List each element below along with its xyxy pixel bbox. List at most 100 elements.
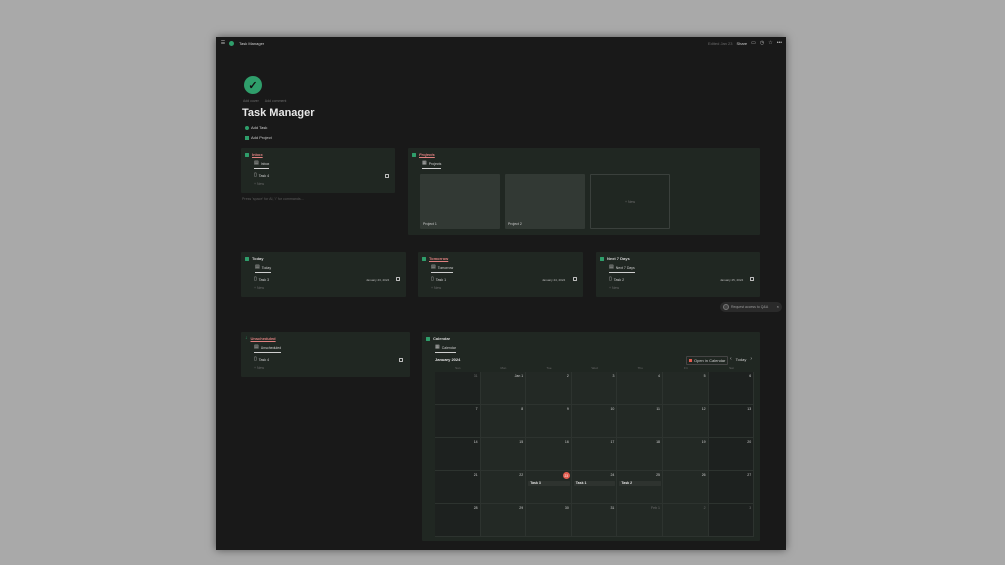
- calendar-day-cell[interactable]: 14: [435, 438, 481, 471]
- breadcrumb[interactable]: Task Manager: [229, 40, 265, 46]
- calendar-header[interactable]: Calendar: [426, 336, 450, 341]
- add-project-label: Add Project: [251, 135, 272, 140]
- star-icon[interactable]: ☆: [768, 40, 772, 46]
- tab-tomorrow[interactable]: ▤ Tomorrow: [431, 265, 454, 273]
- calendar-day-cell[interactable]: 29: [480, 504, 527, 537]
- project-card[interactable]: Project 2: [505, 174, 585, 229]
- calendar-month: January 2024: [435, 357, 461, 362]
- tab-calendar[interactable]: ▦ Calendar: [435, 345, 456, 353]
- list-item[interactable]: ▯ Task 4: [254, 357, 269, 362]
- calendar-day-cell[interactable]: 31: [435, 372, 481, 405]
- calendar-day-cell[interactable]: 2: [526, 372, 572, 405]
- done-checkbox[interactable]: [385, 174, 389, 178]
- qa-access-button[interactable]: Request access to Q&A ×: [720, 302, 782, 312]
- next7-icon: [600, 256, 604, 261]
- calendar-day-cell[interactable]: 23: [526, 471, 572, 504]
- done-checkbox[interactable]: [396, 277, 400, 281]
- next-month-icon[interactable]: ›: [750, 357, 752, 362]
- calendar-day-cell[interactable]: 31: [571, 504, 618, 537]
- tab-inbox[interactable]: ▤ Inbox: [254, 161, 270, 169]
- new-row-button[interactable]: + New: [254, 286, 264, 290]
- done-checkbox[interactable]: [573, 277, 577, 281]
- new-row-button[interactable]: + New: [431, 286, 441, 290]
- add-comment-button[interactable]: Add comment: [265, 99, 287, 103]
- calendar-day-cell[interactable]: 9: [526, 405, 572, 438]
- tab-projects[interactable]: ▦ Projects: [422, 161, 442, 169]
- list-item[interactable]: ▯ Task 3: [254, 277, 269, 282]
- calendar-day-cell[interactable]: 6: [708, 372, 755, 405]
- calendar-day-cell[interactable]: 17: [571, 438, 618, 471]
- calendar-day-cell[interactable]: 26: [663, 471, 709, 504]
- more-icon[interactable]: •••: [777, 40, 782, 46]
- editor-placeholder[interactable]: Press 'space' for AI, '/' for commands…: [242, 197, 304, 201]
- calendar-day-cell[interactable]: 21: [435, 471, 481, 504]
- calendar-day-cell[interactable]: Feb 1: [617, 504, 663, 537]
- calendar-day-cell[interactable]: 5: [663, 372, 709, 405]
- calendar-day-cell[interactable]: 10: [571, 405, 618, 438]
- page-title[interactable]: Task Manager: [242, 107, 315, 119]
- today-header[interactable]: Today: [245, 256, 263, 261]
- open-in-calendar-button[interactable]: Open in Calendar: [686, 356, 729, 365]
- calendar-day-cell[interactable]: 4: [617, 372, 663, 405]
- calendar-day-cell[interactable]: Jan 1: [480, 372, 527, 405]
- new-project-card[interactable]: + New: [590, 174, 670, 229]
- calendar-day-cell[interactable]: 18: [617, 438, 663, 471]
- tab-unscheduled[interactable]: ▤ Unscheduled: [254, 345, 282, 353]
- new-row-button[interactable]: + New: [254, 366, 264, 370]
- calendar-day-cell[interactable]: 8: [480, 405, 527, 438]
- calendar-day-cell[interactable]: 28: [435, 504, 481, 537]
- calendar-day-cell[interactable]: 30: [526, 504, 572, 537]
- tab-today[interactable]: ▤ Today: [255, 265, 272, 273]
- projects-card: Projects ▦ Projects Project 1 Project 2 …: [408, 148, 760, 235]
- add-task-button[interactable]: Add Task: [245, 125, 267, 130]
- prev-month-icon[interactable]: ‹: [730, 357, 732, 362]
- calendar-day-cell[interactable]: 25: [617, 471, 663, 504]
- done-checkbox[interactable]: [399, 358, 403, 362]
- inbox-card: Inbox ▤ Inbox ▯ Task 4 + New: [241, 148, 395, 193]
- calendar-day-cell[interactable]: 15: [480, 438, 527, 471]
- inbox-header[interactable]: Inbox: [245, 152, 263, 157]
- calendar-day-cell[interactable]: 16: [526, 438, 572, 471]
- tomorrow-header[interactable]: Tomorrow: [422, 256, 448, 261]
- menu-icon[interactable]: ☰: [220, 40, 226, 46]
- unscheduled-header[interactable]: ↓ Unscheduled: [245, 336, 276, 342]
- calendar-day-cell[interactable]: 2: [663, 504, 709, 537]
- calendar-day-cell[interactable]: 7: [435, 405, 481, 438]
- calendar-event[interactable]: Task 3: [528, 481, 570, 486]
- unscheduled-title: Unscheduled: [250, 336, 276, 341]
- calendar-day-cell[interactable]: 13: [708, 405, 755, 438]
- add-cover-button[interactable]: Add cover: [243, 99, 259, 103]
- close-icon[interactable]: ×: [777, 305, 779, 309]
- calendar-day-cell[interactable]: 19: [663, 438, 709, 471]
- new-row-button[interactable]: + New: [609, 286, 619, 290]
- calendar-day-cell[interactable]: 11: [617, 405, 663, 438]
- next7-header[interactable]: Next 7 Days: [600, 256, 630, 261]
- add-project-button[interactable]: Add Project: [245, 135, 272, 140]
- list-item[interactable]: ▯ Task 1: [431, 277, 446, 282]
- today-button[interactable]: Today: [736, 357, 747, 362]
- clock-icon[interactable]: ◷: [760, 40, 764, 46]
- list-item[interactable]: ▯ Task 4: [254, 173, 269, 178]
- share-button[interactable]: Share: [736, 41, 747, 46]
- projects-header[interactable]: Projects: [412, 152, 435, 157]
- task-name: Task 4: [258, 173, 270, 178]
- calendar-event[interactable]: Task 1: [573, 481, 616, 486]
- new-row-button[interactable]: + New: [254, 182, 264, 186]
- calendar-day-cell[interactable]: 22: [480, 471, 527, 504]
- tab-next7[interactable]: ▤ Next 7 Days: [609, 265, 635, 273]
- day-number: 27: [747, 473, 752, 477]
- weekday-header: Sat: [729, 366, 734, 370]
- breadcrumb-title: Task Manager: [239, 40, 265, 46]
- calendar-day-cell[interactable]: 12: [663, 405, 709, 438]
- calendar-day-cell[interactable]: 3: [708, 504, 755, 537]
- page-icon[interactable]: ✓: [244, 76, 262, 94]
- calendar-day-cell[interactable]: 24: [571, 471, 618, 504]
- calendar-day-cell[interactable]: 27: [708, 471, 755, 504]
- calendar-day-cell[interactable]: 20: [708, 438, 755, 471]
- list-item[interactable]: ▯ Task 2: [609, 277, 624, 282]
- comment-icon[interactable]: ▭: [751, 40, 756, 46]
- calendar-event[interactable]: Task 2: [619, 481, 661, 486]
- calendar-day-cell[interactable]: 3: [571, 372, 618, 405]
- done-checkbox[interactable]: [750, 277, 754, 281]
- project-card[interactable]: Project 1: [420, 174, 500, 229]
